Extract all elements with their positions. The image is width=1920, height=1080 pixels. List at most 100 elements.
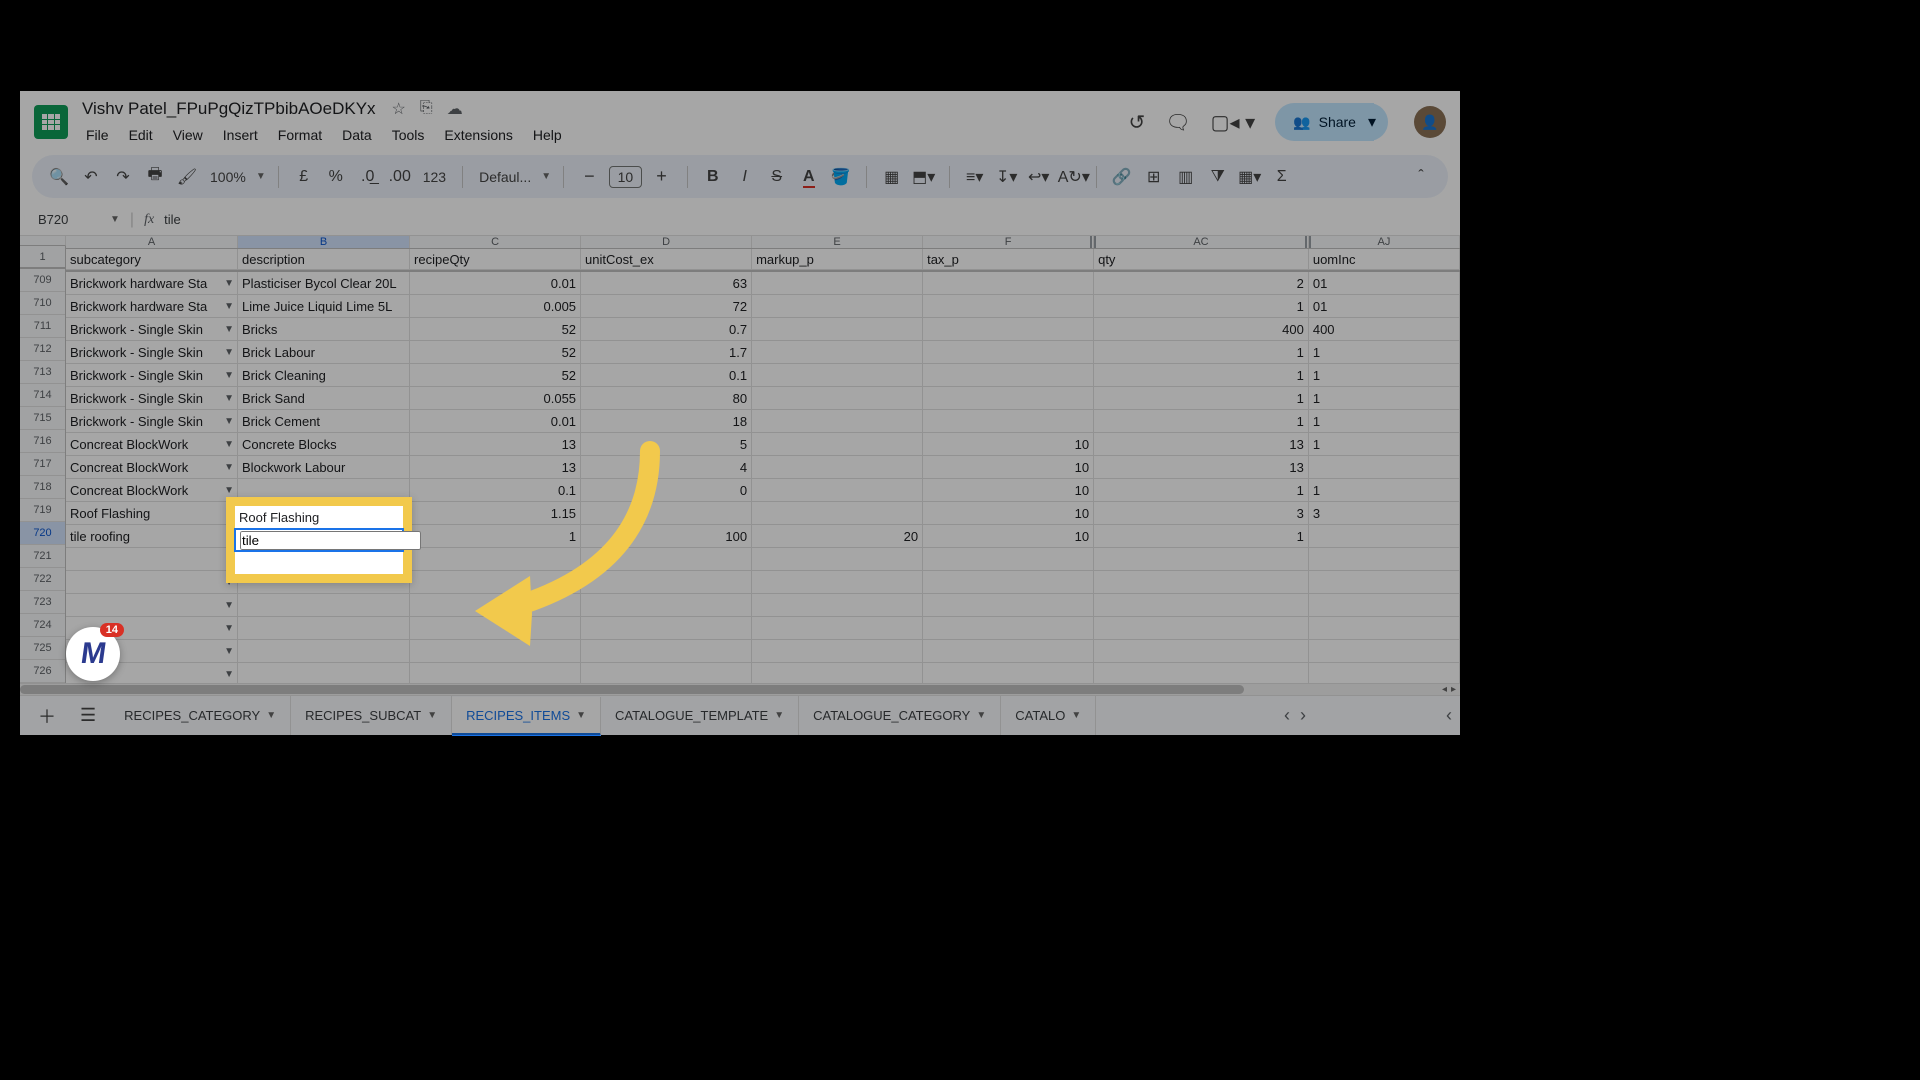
cell[interactable] bbox=[1309, 571, 1460, 594]
menu-extensions[interactable]: Extensions bbox=[436, 123, 520, 147]
cell[interactable]: Concrete Blocks bbox=[238, 433, 410, 456]
fill-color-icon[interactable]: 🪣 bbox=[828, 167, 854, 187]
cell[interactable]: 01 bbox=[1309, 295, 1460, 318]
link-icon[interactable]: 🔗 bbox=[1109, 167, 1135, 187]
cell[interactable]: Brickwork hardware Sta▼ bbox=[66, 295, 238, 318]
undo-icon[interactable]: ↶ bbox=[78, 167, 104, 187]
cell[interactable] bbox=[410, 571, 581, 594]
cell[interactable] bbox=[752, 663, 923, 683]
cell[interactable] bbox=[1309, 663, 1460, 683]
cell[interactable]: markup_p bbox=[752, 249, 923, 270]
cell[interactable] bbox=[752, 387, 923, 410]
sheet-tab[interactable]: RECIPES_SUBCAT▼ bbox=[291, 696, 452, 735]
cell[interactable]: tax_p bbox=[923, 249, 1094, 270]
cell[interactable] bbox=[752, 341, 923, 364]
cell[interactable]: 20 bbox=[752, 525, 923, 548]
functions-icon[interactable]: Σ bbox=[1269, 168, 1295, 186]
cell[interactable]: 1 bbox=[1094, 479, 1309, 502]
dropdown-arrow-icon[interactable]: ▼ bbox=[224, 324, 234, 335]
cell[interactable]: 72 bbox=[581, 295, 752, 318]
cell[interactable] bbox=[752, 295, 923, 318]
cell[interactable]: uomInc bbox=[1309, 249, 1460, 270]
cell[interactable] bbox=[238, 663, 410, 683]
paint-format-icon[interactable]: 🖌 bbox=[174, 167, 200, 187]
cell[interactable] bbox=[752, 548, 923, 571]
cell[interactable] bbox=[1094, 548, 1309, 571]
explore-collapse-icon[interactable]: ‹ bbox=[1446, 705, 1452, 726]
row-header[interactable]: 1 bbox=[20, 246, 65, 269]
cell[interactable]: 1 bbox=[1309, 479, 1460, 502]
dropdown-arrow-icon[interactable]: ▼ bbox=[224, 393, 234, 404]
sheet-tab-menu-icon[interactable]: ▼ bbox=[427, 710, 437, 721]
cell[interactable]: 0.7 bbox=[581, 318, 752, 341]
highlight-editing-cell[interactable] bbox=[234, 528, 404, 552]
dropdown-arrow-icon[interactable]: ▼ bbox=[224, 485, 234, 496]
cell[interactable]: Bricks bbox=[238, 318, 410, 341]
cell[interactable]: 52 bbox=[410, 364, 581, 387]
cell[interactable]: 4 bbox=[581, 456, 752, 479]
cell[interactable]: Roof Flashing bbox=[66, 502, 238, 525]
cell[interactable] bbox=[923, 318, 1094, 341]
cell[interactable] bbox=[410, 617, 581, 640]
cell[interactable] bbox=[1094, 617, 1309, 640]
cell[interactable] bbox=[752, 594, 923, 617]
row-header[interactable]: 715 bbox=[20, 407, 65, 430]
cell[interactable]: Lime Juice Liquid Lime 5L bbox=[238, 295, 410, 318]
dropdown-arrow-icon[interactable]: ▼ bbox=[224, 600, 234, 611]
cell[interactable] bbox=[752, 640, 923, 663]
cell[interactable] bbox=[752, 617, 923, 640]
borders-icon[interactable]: ▦ bbox=[879, 167, 905, 187]
cell[interactable] bbox=[581, 502, 752, 525]
cell[interactable]: 01 bbox=[1309, 272, 1460, 295]
currency-icon[interactable]: £ bbox=[291, 168, 317, 186]
filter-icon[interactable]: ⧩ bbox=[1205, 168, 1231, 186]
cell[interactable] bbox=[1309, 548, 1460, 571]
menu-file[interactable]: File bbox=[78, 123, 117, 147]
cell[interactable]: Blockwork Labour bbox=[238, 456, 410, 479]
cell[interactable]: 13 bbox=[410, 456, 581, 479]
row-header[interactable]: 711 bbox=[20, 315, 65, 338]
cell[interactable] bbox=[581, 548, 752, 571]
cell[interactable]: Brickwork - Single Skin▼ bbox=[66, 318, 238, 341]
cell[interactable]: 0.1 bbox=[581, 364, 752, 387]
cell[interactable]: 80 bbox=[581, 387, 752, 410]
menu-insert[interactable]: Insert bbox=[215, 123, 266, 147]
row-header[interactable]: 709 bbox=[20, 269, 65, 292]
cell[interactable]: 10 bbox=[923, 525, 1094, 548]
rotate-text-icon[interactable]: A↻▾ bbox=[1058, 167, 1084, 187]
star-icon[interactable]: ☆ bbox=[392, 99, 406, 119]
row-header[interactable]: 724 bbox=[20, 614, 65, 637]
meet-icon[interactable]: ▢◂ ▾ bbox=[1211, 110, 1256, 135]
cell[interactable]: 52 bbox=[410, 341, 581, 364]
cell[interactable] bbox=[752, 410, 923, 433]
cell[interactable]: Brickwork - Single Skin▼ bbox=[66, 364, 238, 387]
cell[interactable]: 13 bbox=[1094, 433, 1309, 456]
cell[interactable]: 0.1 bbox=[410, 479, 581, 502]
dropdown-arrow-icon[interactable]: ▼ bbox=[224, 347, 234, 358]
sheet-tab[interactable]: CATALO▼ bbox=[1001, 696, 1096, 735]
cell[interactable]: Brickwork hardware Sta▼ bbox=[66, 272, 238, 295]
cell[interactable] bbox=[581, 640, 752, 663]
cell[interactable] bbox=[923, 571, 1094, 594]
row-header[interactable]: 718 bbox=[20, 476, 65, 499]
cell[interactable]: unitCost_ex bbox=[581, 249, 752, 270]
cell[interactable]: 13 bbox=[1094, 456, 1309, 479]
cell[interactable]: 1 bbox=[1309, 387, 1460, 410]
text-color-icon[interactable]: A bbox=[796, 168, 822, 186]
bold-icon[interactable]: B bbox=[700, 168, 726, 186]
row-header[interactable]: 716 bbox=[20, 430, 65, 453]
cell[interactable]: 2 bbox=[1094, 272, 1309, 295]
cell[interactable]: 1.15 bbox=[410, 502, 581, 525]
add-sheet-icon[interactable]: ＋ bbox=[28, 703, 66, 729]
cell[interactable] bbox=[923, 663, 1094, 683]
cell[interactable] bbox=[581, 571, 752, 594]
sheet-tab[interactable]: CATALOGUE_TEMPLATE▼ bbox=[601, 696, 799, 735]
sheet-tab-menu-icon[interactable]: ▼ bbox=[266, 710, 276, 721]
format-number-icon[interactable]: 123 bbox=[419, 169, 450, 185]
dropdown-arrow-icon[interactable]: ▼ bbox=[224, 370, 234, 381]
cell[interactable] bbox=[923, 594, 1094, 617]
cell-edit-input[interactable] bbox=[240, 531, 421, 550]
formula-content[interactable]: tile bbox=[164, 212, 181, 227]
cell[interactable] bbox=[1309, 640, 1460, 663]
cell[interactable] bbox=[1309, 617, 1460, 640]
